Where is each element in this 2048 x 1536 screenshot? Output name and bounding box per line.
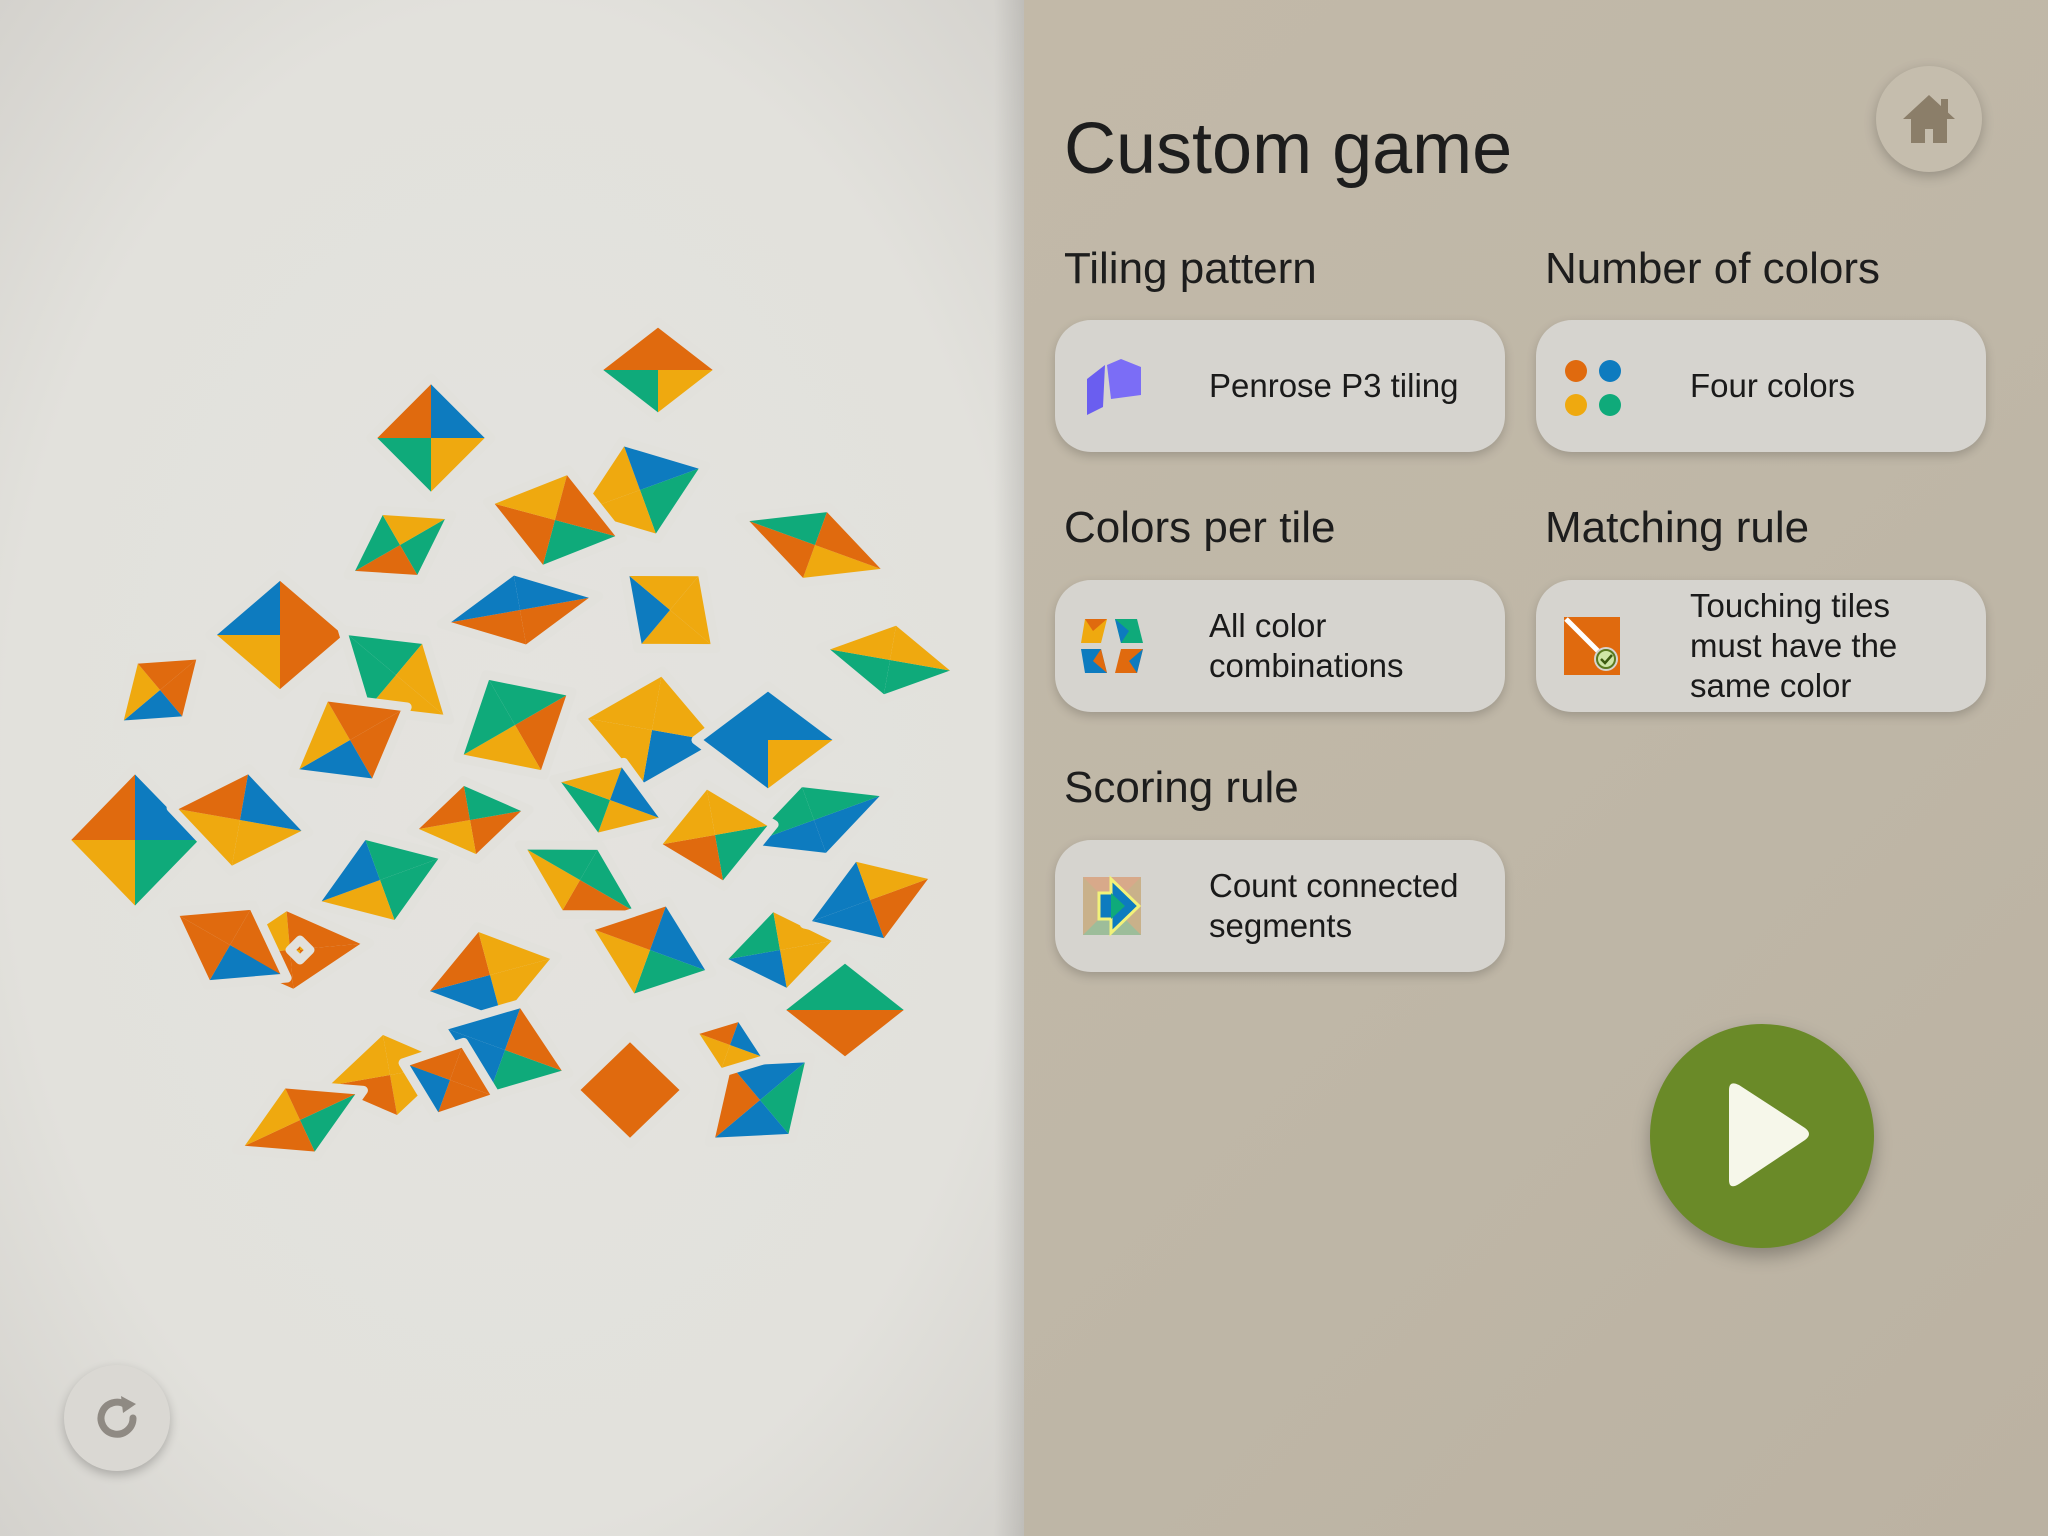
penrose-rhombus-icon (1087, 359, 1141, 415)
tile (514, 840, 646, 920)
tile (691, 681, 845, 799)
colors-per-tile-selector[interactable]: All color combinations (1055, 580, 1505, 712)
matching-rule-label: Matching rule (1545, 503, 1810, 552)
refresh-icon (97, 1396, 137, 1438)
tile (436, 566, 604, 654)
scoring-rule-selector[interactable]: Count connected segments (1055, 840, 1505, 972)
tiling-preview-pane (0, 0, 1024, 1536)
home-icon (1903, 95, 1955, 143)
tiling-pattern-selector[interactable]: Penrose P3 tiling (1055, 320, 1505, 452)
tile (366, 373, 496, 503)
tiling-pattern-value: Penrose P3 tiling (1209, 367, 1459, 404)
home-button[interactable] (1876, 66, 1982, 172)
tiling-pattern-label: Tiling pattern (1064, 244, 1317, 293)
play-icon (1729, 1083, 1809, 1187)
number-of-colors-value: Four colors (1690, 367, 1856, 404)
tile (343, 505, 457, 585)
tiling-preview (60, 317, 964, 1161)
tile (60, 763, 210, 917)
four-dots-icon (1565, 360, 1621, 416)
colors-per-tile-value: All color combinations (1209, 607, 1404, 684)
tile (816, 616, 964, 704)
reset-button[interactable] (64, 1365, 170, 1471)
colors-per-tile-label: Colors per tile (1064, 503, 1336, 552)
tile (651, 779, 779, 891)
tile (799, 852, 941, 948)
tile (687, 1012, 773, 1078)
tile (285, 935, 315, 965)
tile (288, 692, 412, 788)
matching-tiles-icon (1564, 617, 1620, 675)
tile (453, 670, 577, 780)
number-of-colors-selector[interactable]: Four colors (1536, 320, 1986, 452)
tile (309, 830, 451, 930)
tile (113, 650, 207, 730)
connected-segments-icon (1083, 875, 1142, 937)
page-title: Custom game (1064, 109, 1513, 189)
tile (735, 502, 895, 588)
color-combinations-icon (1081, 619, 1143, 673)
matching-rule-selector[interactable]: Touching tiles must have the same color (1536, 580, 1986, 712)
tile (205, 570, 355, 700)
scoring-rule-value: Count connected segments (1209, 867, 1459, 944)
scoring-rule-label: Scoring rule (1064, 763, 1299, 812)
number-of-colors-label: Number of colors (1545, 244, 1881, 293)
tile (619, 566, 721, 654)
play-button[interactable] (1650, 1024, 1874, 1248)
matching-rule-value: Touching tiles must have the same color (1690, 587, 1898, 704)
tile (569, 1031, 691, 1149)
tile (232, 1079, 368, 1161)
tile (591, 317, 725, 423)
app-screen: Custom game Tiling pattern Penrose P3 ti… (0, 0, 2048, 1536)
